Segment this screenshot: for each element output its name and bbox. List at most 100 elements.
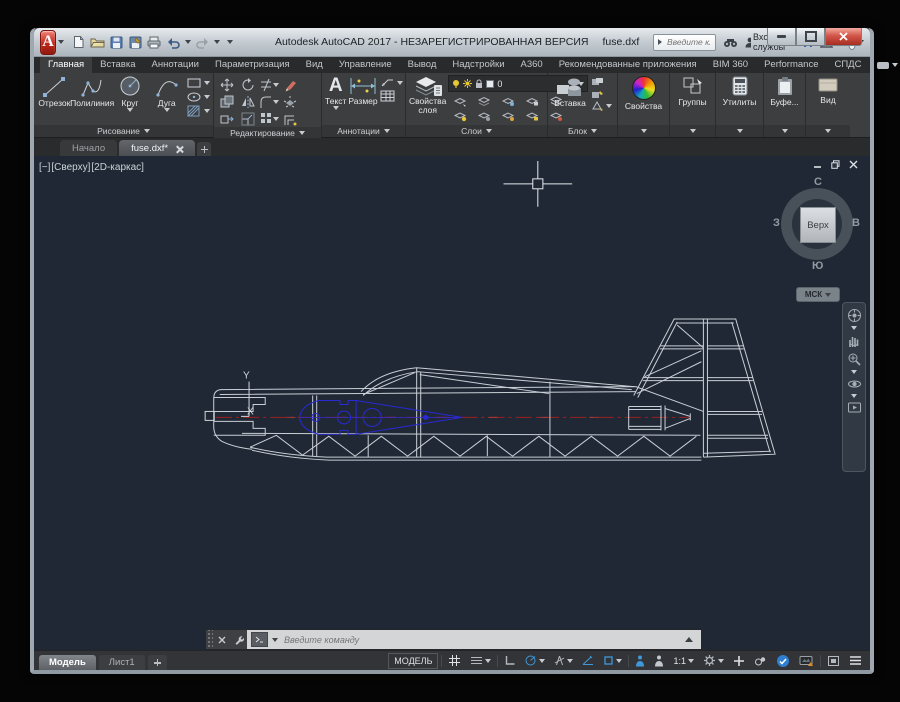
ribbon-tab-parametrizaciya[interactable]: Параметризация bbox=[207, 57, 298, 73]
showmotion-icon[interactable] bbox=[847, 401, 862, 414]
erase-button[interactable] bbox=[280, 77, 300, 93]
open-file-icon[interactable] bbox=[90, 35, 105, 50]
move-button[interactable] bbox=[217, 77, 237, 93]
viewcube-ucs-button[interactable]: МСК bbox=[796, 287, 840, 302]
minimize-button[interactable] bbox=[767, 28, 796, 46]
new-layout-button[interactable] bbox=[148, 655, 167, 670]
utilities-calculator-icon[interactable] bbox=[730, 76, 750, 96]
annotation-scale-button[interactable]: 1:1 bbox=[670, 653, 697, 668]
undo-icon[interactable] bbox=[166, 35, 181, 50]
file-tab-fuse[interactable]: fuse.dxf* bbox=[119, 140, 195, 156]
file-tab-close-icon[interactable] bbox=[176, 145, 183, 152]
panel-groups-footer[interactable] bbox=[670, 125, 715, 137]
layout1-tab[interactable]: Лист1 bbox=[99, 655, 145, 670]
model-tab[interactable]: Модель bbox=[39, 655, 96, 670]
redo-icon[interactable] bbox=[195, 35, 210, 50]
command-prompt-icon[interactable] bbox=[251, 632, 268, 647]
clipboard-icon[interactable] bbox=[776, 76, 794, 96]
panel-block-footer[interactable]: Блок bbox=[548, 125, 617, 137]
graphics-performance-button[interactable] bbox=[796, 653, 817, 668]
layer-tool-on-off[interactable] bbox=[448, 109, 472, 124]
search-input[interactable] bbox=[665, 36, 712, 48]
grid-display-button[interactable] bbox=[445, 653, 464, 668]
command-input-area[interactable] bbox=[247, 630, 701, 649]
rotate-button[interactable] bbox=[238, 77, 258, 93]
isodraft-caret-icon[interactable] bbox=[567, 659, 573, 663]
ribbon-display-menu[interactable] bbox=[869, 57, 900, 73]
command-expand-icon[interactable] bbox=[685, 637, 693, 642]
viewport-view-control[interactable]: [Сверху] bbox=[51, 162, 90, 173]
help-search-box[interactable] bbox=[653, 34, 716, 51]
model-space-button[interactable]: МОДЕЛЬ bbox=[388, 653, 438, 669]
array-button[interactable] bbox=[259, 111, 279, 127]
model-viewport[interactable]: Y X [−] [Сверху] [2D-каркас] С З В Ю bbox=[34, 156, 870, 650]
navbar-wheel-caret-icon[interactable] bbox=[851, 326, 857, 330]
ortho-mode-button[interactable] bbox=[501, 653, 518, 668]
snap-mode-button[interactable] bbox=[467, 653, 494, 668]
viewcube-north[interactable]: С bbox=[814, 176, 822, 188]
ribbon-tab-nadstroyki[interactable]: Надстройки bbox=[444, 57, 512, 73]
layer-properties-button[interactable]: Свойства слоя bbox=[409, 75, 446, 116]
ribbon-tab-vid[interactable]: Вид bbox=[298, 57, 331, 73]
layer-tool-isolate[interactable] bbox=[448, 94, 472, 109]
viewcube-top-face[interactable]: Верх bbox=[800, 207, 836, 243]
circle-caret-icon[interactable] bbox=[127, 108, 133, 112]
viewcube-east[interactable]: В bbox=[852, 217, 860, 229]
ribbon-tab-upravlenie[interactable]: Управление bbox=[331, 57, 400, 73]
panel-properties-footer[interactable] bbox=[618, 125, 669, 137]
ribbon-tab-vyvod[interactable]: Вывод bbox=[400, 57, 445, 73]
hardware-acceleration-button[interactable] bbox=[773, 653, 793, 668]
panel-utilities-footer[interactable] bbox=[716, 125, 763, 137]
offset-button[interactable] bbox=[280, 111, 300, 127]
print-icon[interactable] bbox=[147, 35, 162, 50]
create-block-button[interactable] bbox=[591, 89, 612, 99]
polar-tracking-button[interactable] bbox=[521, 653, 548, 668]
groups-icon[interactable] bbox=[682, 76, 704, 96]
ribbon-tab-bim360[interactable]: BIM 360 bbox=[705, 57, 756, 73]
layer-tool-unisolate[interactable] bbox=[472, 94, 496, 109]
undo-caret-icon[interactable] bbox=[185, 40, 191, 44]
new-drawing-tab-button[interactable] bbox=[197, 142, 211, 156]
close-button[interactable] bbox=[825, 28, 862, 46]
navbar-orbit-caret-icon[interactable] bbox=[851, 394, 857, 398]
dimension-button[interactable]: Размер bbox=[348, 75, 377, 106]
arc-button[interactable]: Дуга bbox=[149, 75, 184, 112]
viewport-minus-control[interactable]: [−] bbox=[39, 162, 50, 173]
copy-button[interactable] bbox=[217, 94, 237, 110]
search-go-icon[interactable] bbox=[657, 38, 662, 46]
ribbon-tab-annotacii[interactable]: Аннотации bbox=[143, 57, 207, 73]
clean-screen-button[interactable] bbox=[824, 653, 843, 668]
ribbon-tab-vstavka[interactable]: Вставка bbox=[92, 57, 143, 73]
command-line-grip[interactable] bbox=[206, 630, 213, 649]
ribbon-tab-a360[interactable]: A360 bbox=[513, 57, 551, 73]
isodraft-button[interactable] bbox=[551, 653, 576, 668]
layer-tool-thaw[interactable] bbox=[472, 109, 496, 124]
text-button[interactable]: A Текст bbox=[325, 75, 346, 110]
table-button[interactable] bbox=[380, 90, 403, 102]
snap-caret-icon[interactable] bbox=[485, 659, 491, 663]
trim-button[interactable] bbox=[259, 77, 279, 93]
explode-button[interactable] bbox=[280, 94, 300, 110]
command-line-bar[interactable] bbox=[205, 629, 702, 650]
annotation-visibility-button[interactable] bbox=[632, 653, 648, 668]
edit-block-button[interactable] bbox=[591, 77, 612, 87]
zoom-icon[interactable] bbox=[847, 352, 862, 367]
command-input[interactable] bbox=[282, 634, 677, 646]
layer-tool-freeze[interactable] bbox=[496, 94, 520, 109]
fillet-button[interactable] bbox=[259, 94, 279, 110]
navbar-zoom-caret-icon[interactable] bbox=[851, 370, 857, 374]
panel-draw-footer[interactable]: Рисование bbox=[34, 125, 213, 137]
redo-caret-icon[interactable] bbox=[214, 40, 220, 44]
search-binoculars-icon[interactable] bbox=[723, 37, 738, 48]
leader-button[interactable] bbox=[380, 77, 403, 88]
polyline-button[interactable]: Полилиния bbox=[74, 75, 111, 108]
osnap-caret-icon[interactable] bbox=[616, 659, 622, 663]
command-close-button[interactable] bbox=[213, 630, 230, 649]
panel-layers-footer[interactable]: Слои bbox=[406, 125, 547, 137]
panel-annotate-footer[interactable]: Аннотации bbox=[322, 125, 405, 137]
stretch-button[interactable] bbox=[217, 111, 237, 127]
navigation-wheel-icon[interactable] bbox=[847, 308, 862, 323]
save-icon[interactable] bbox=[109, 35, 124, 50]
polar-caret-icon[interactable] bbox=[539, 659, 545, 663]
text-caret-icon[interactable] bbox=[333, 106, 339, 110]
